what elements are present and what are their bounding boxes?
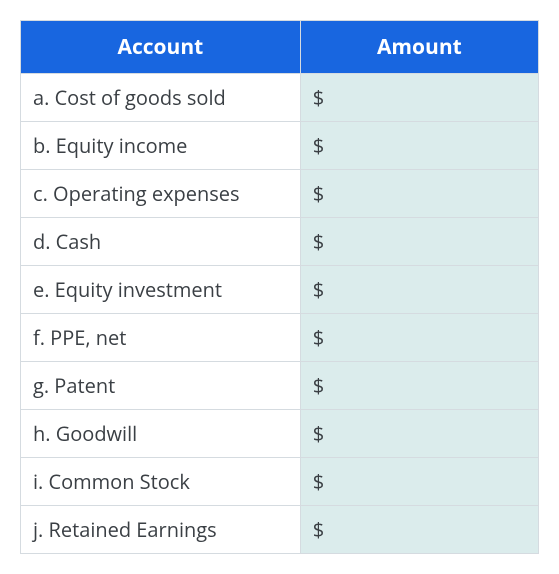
account-cell: a. Cost of goods sold — [21, 74, 301, 122]
account-cell: b. Equity income — [21, 122, 301, 170]
table-row: g. Patent $ — [21, 362, 539, 410]
table-row: i. Common Stock $ — [21, 458, 539, 506]
table-header-row: Account Amount — [21, 21, 539, 74]
table-row: d. Cash $ — [21, 218, 539, 266]
table-row: c. Operating expenses $ — [21, 170, 539, 218]
account-cell: h. Goodwill — [21, 410, 301, 458]
accounts-table: Account Amount a. Cost of goods sold $ b… — [20, 20, 539, 554]
account-cell: f. PPE, net — [21, 314, 301, 362]
amount-cell[interactable]: $ — [300, 410, 538, 458]
table-row: a. Cost of goods sold $ — [21, 74, 539, 122]
table-row: h. Goodwill $ — [21, 410, 539, 458]
amount-cell[interactable]: $ — [300, 218, 538, 266]
amount-cell[interactable]: $ — [300, 314, 538, 362]
account-cell: i. Common Stock — [21, 458, 301, 506]
amount-cell[interactable]: $ — [300, 122, 538, 170]
amount-cell[interactable]: $ — [300, 362, 538, 410]
amount-cell[interactable]: $ — [300, 458, 538, 506]
header-account: Account — [21, 21, 301, 74]
table-row: f. PPE, net $ — [21, 314, 539, 362]
account-cell: e. Equity investment — [21, 266, 301, 314]
amount-cell[interactable]: $ — [300, 266, 538, 314]
account-cell: c. Operating expenses — [21, 170, 301, 218]
table-row: e. Equity investment $ — [21, 266, 539, 314]
header-amount: Amount — [300, 21, 538, 74]
account-cell: g. Patent — [21, 362, 301, 410]
table-row: b. Equity income $ — [21, 122, 539, 170]
amount-cell[interactable]: $ — [300, 74, 538, 122]
account-cell: d. Cash — [21, 218, 301, 266]
amount-cell[interactable]: $ — [300, 170, 538, 218]
